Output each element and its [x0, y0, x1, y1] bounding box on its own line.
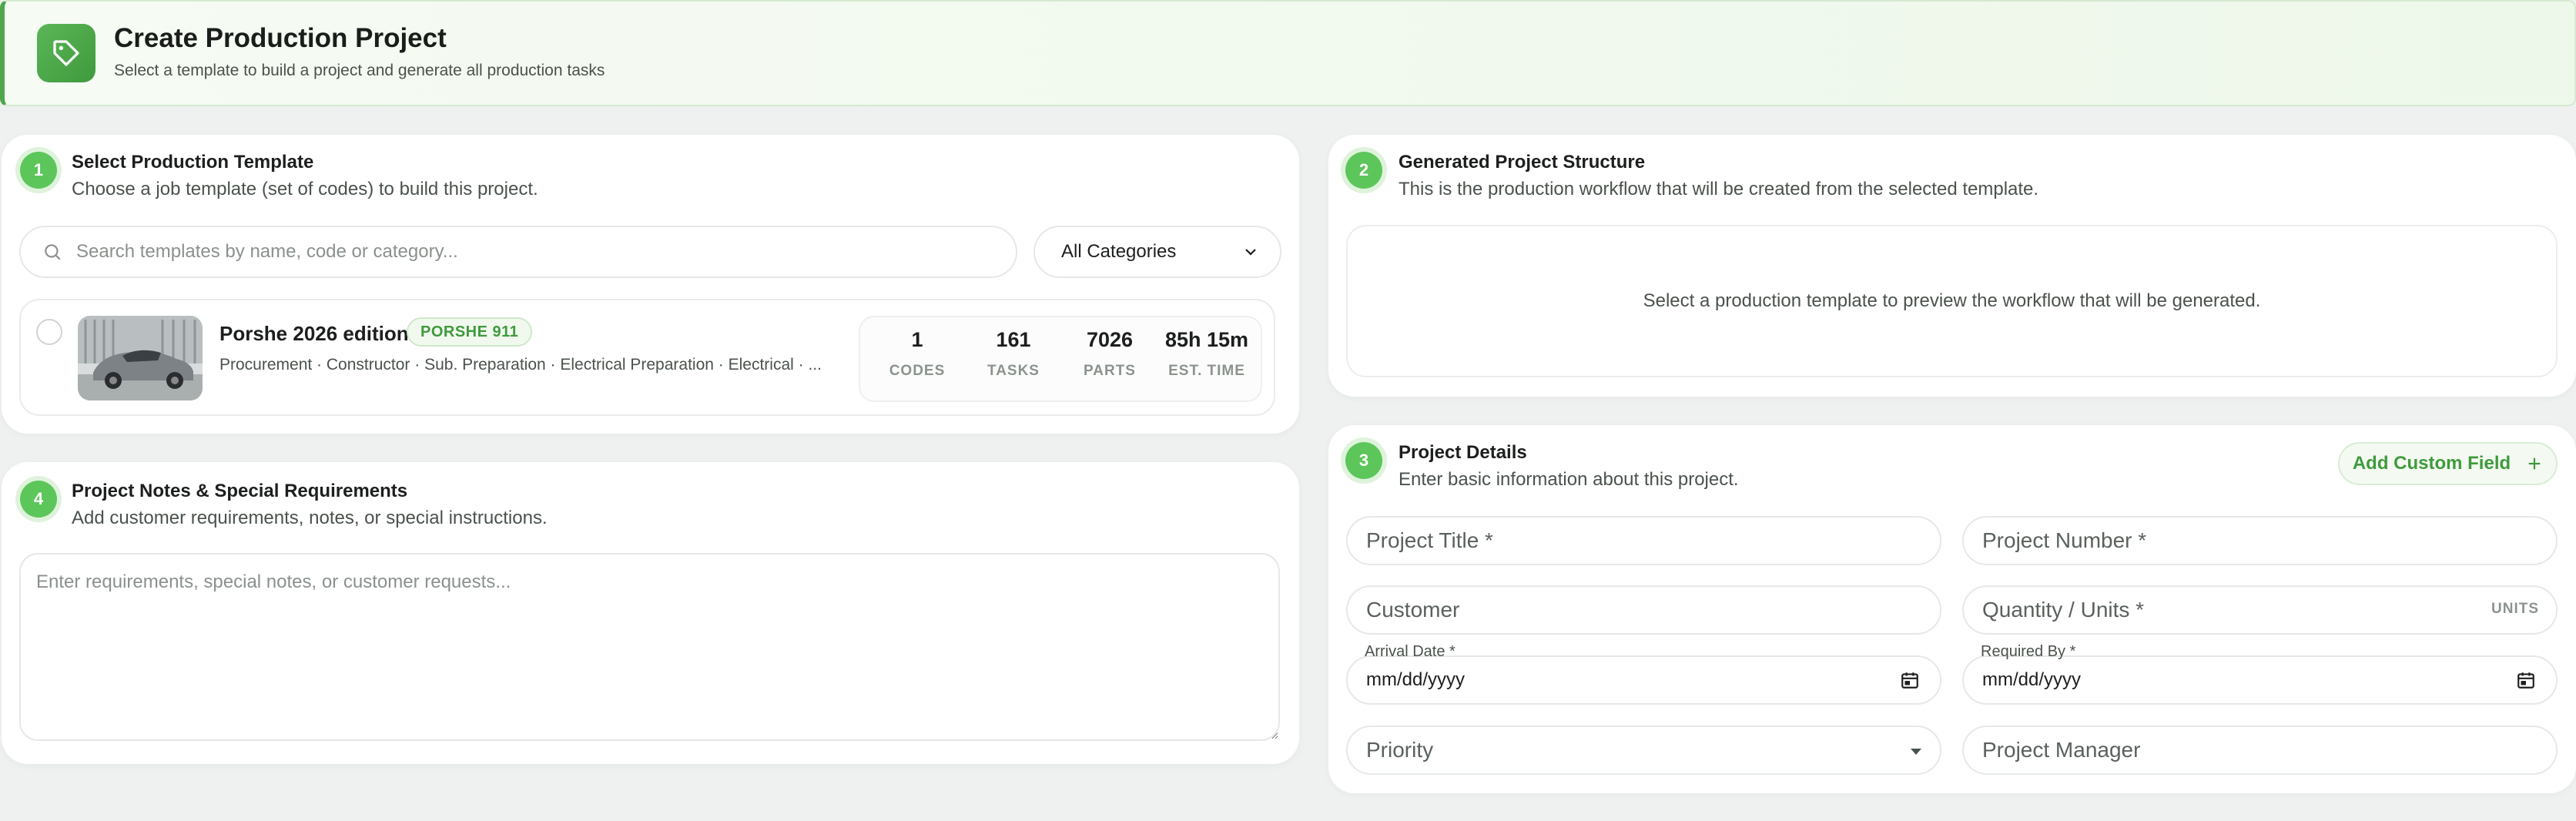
step-badge: 4 [20, 481, 57, 518]
calendar-icon[interactable] [2516, 670, 2536, 690]
required-by-label: Required By * [1981, 643, 2076, 660]
stat-parts: 7026 PARTS [1064, 328, 1156, 380]
template-tag-badge: PORSHE 911 [407, 317, 533, 347]
customer-input[interactable] [1366, 598, 1921, 622]
workflow-preview-empty: Select a production template to preview … [1346, 225, 2558, 377]
units-suffix: UNITS [2491, 601, 2539, 617]
project-title-input[interactable] [1366, 528, 1921, 553]
page-subtitle: Select a template to build a project and… [114, 62, 605, 79]
card-subtitle: Enter basic information about this proje… [1399, 469, 1739, 490]
stat-label: PARTS [1084, 363, 1136, 379]
search-icon [45, 244, 61, 260]
card-subtitle: Choose a job template (set of codes) to … [72, 179, 538, 199]
card-title: Select Production Template [72, 152, 314, 173]
quantity-input[interactable] [1982, 598, 2537, 622]
arrival-date-field[interactable]: mm/dd/yyyy [1346, 655, 1941, 705]
template-categories: Procurement · Constructor · Sub. Prepara… [219, 356, 822, 374]
category-select[interactable]: All Categories [1033, 226, 1281, 278]
arrival-date-label: Arrival Date * [1365, 643, 1455, 660]
card-title: Project Details [1399, 442, 1527, 463]
project-title-field[interactable] [1346, 516, 1941, 565]
priority-select[interactable]: Priority [1346, 725, 1941, 775]
project-number-input[interactable] [1982, 528, 2537, 553]
project-manager-input[interactable] [1982, 738, 2537, 762]
template-stats: 1 CODES 161 TASKS 7026 PARTS 85h 15m EST… [859, 316, 1262, 402]
template-card[interactable]: Porshe 2026 edition PORSHE 911 Procureme… [19, 299, 1275, 416]
page-header: Create Production Project Select a templ… [0, 0, 2576, 106]
template-thumbnail [78, 316, 203, 400]
calendar-icon[interactable] [1900, 670, 1920, 690]
plus-icon [2528, 457, 2541, 470]
card-subtitle: This is the production workflow that wil… [1399, 179, 2039, 199]
project-notes-textarea[interactable] [19, 553, 1280, 741]
search-input[interactable] [76, 241, 985, 263]
stat-label: CODES [889, 363, 946, 379]
stat-codes: 1 CODES [871, 328, 963, 380]
project-number-field[interactable] [1962, 516, 2558, 565]
arrival-date-value: mm/dd/yyyy [1366, 669, 1466, 690]
stat-est-time: 85h 15m EST. TIME [1161, 328, 1253, 380]
add-custom-field-label: Add Custom Field [2352, 453, 2511, 474]
add-custom-field-button[interactable]: Add Custom Field [2338, 442, 2558, 485]
chevron-down-icon [1245, 249, 1256, 256]
page-title: Create Production Project [114, 23, 447, 53]
stat-value: 1 [911, 328, 923, 351]
required-by-value: mm/dd/yyyy [1982, 669, 2082, 690]
stat-value: 161 [996, 328, 1031, 351]
project-manager-field[interactable] [1962, 725, 2558, 775]
priority-placeholder: Priority [1366, 738, 1434, 762]
quantity-field[interactable]: UNITS [1962, 585, 2558, 635]
required-by-field[interactable]: mm/dd/yyyy [1962, 655, 2558, 705]
caret-down-icon [1911, 749, 1921, 755]
category-select-value: All Categories [1061, 241, 1177, 262]
tag-icon [37, 24, 95, 82]
stat-label: TASKS [987, 363, 1040, 379]
step-badge: 2 [1345, 152, 1382, 189]
template-name: Porshe 2026 edition [219, 322, 409, 345]
stat-label: EST. TIME [1168, 363, 1245, 379]
card-title: Project Notes & Special Requirements [72, 481, 408, 501]
step-badge: 1 [20, 152, 57, 189]
stat-tasks: 161 TASKS [967, 328, 1060, 380]
stat-value: 85h 15m [1164, 328, 1249, 351]
step-badge: 3 [1345, 442, 1382, 479]
card-title: Generated Project Structure [1399, 152, 1646, 173]
stat-value: 7026 [1086, 328, 1134, 351]
template-radio[interactable] [36, 319, 62, 345]
template-search[interactable] [19, 226, 1017, 278]
card-subtitle: Add customer requirements, notes, or spe… [72, 508, 548, 528]
customer-field[interactable] [1346, 585, 1941, 635]
